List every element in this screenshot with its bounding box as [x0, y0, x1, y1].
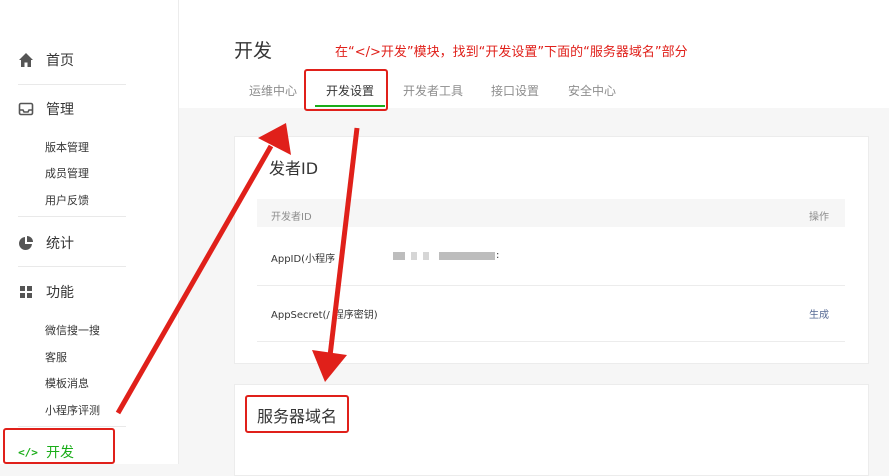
arrow-head-icon [258, 123, 291, 155]
arrow-to-tab [115, 144, 274, 415]
arrow-overlay [115, 123, 360, 415]
arrow-to-server-domain [327, 127, 360, 357]
arrow-head-icon [312, 350, 347, 382]
